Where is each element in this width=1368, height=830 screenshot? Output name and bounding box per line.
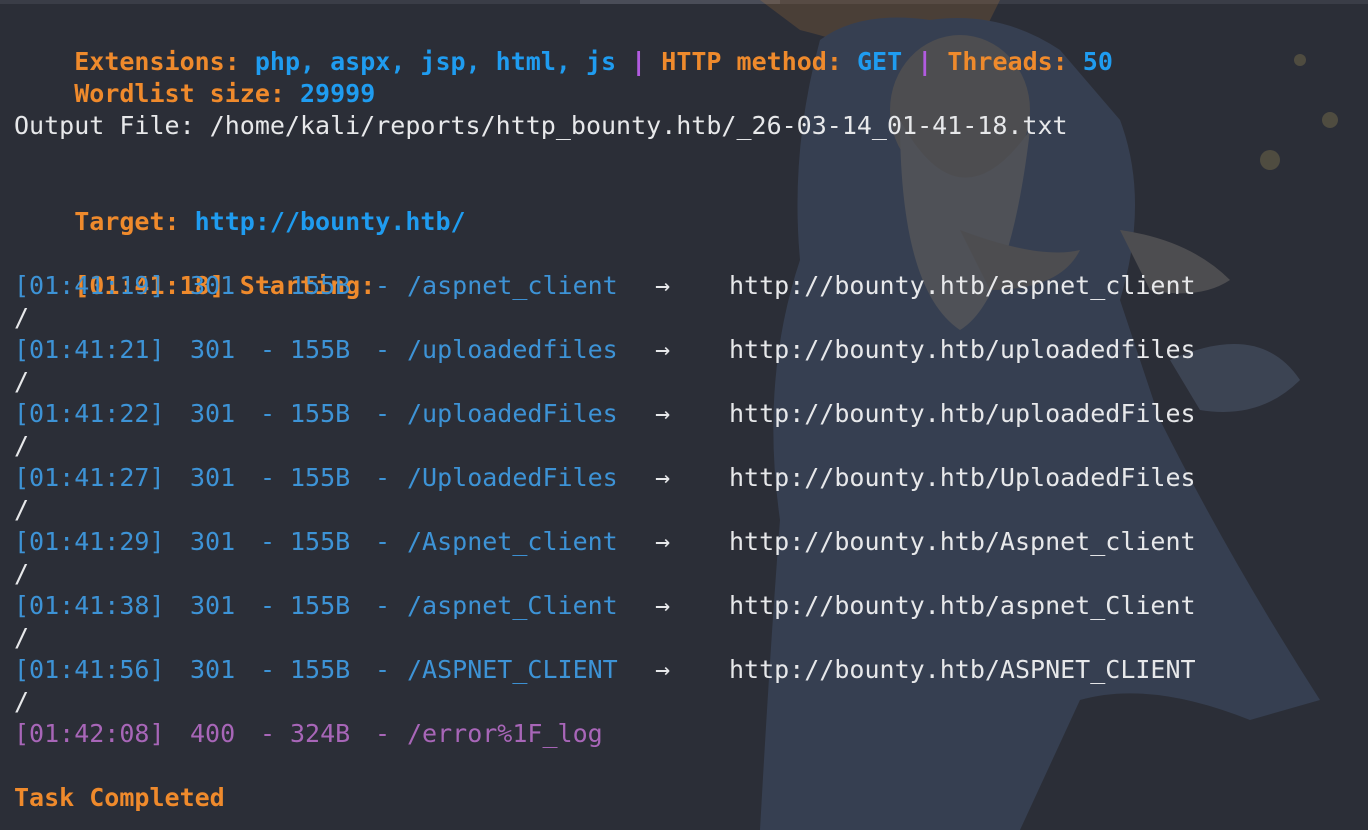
result-redirect: http://bounty.htb/aspnet_client: [729, 271, 1196, 300]
result-redirect: http://bounty.htb/UploadedFiles: [729, 463, 1196, 492]
result-row: [01:41:29] 301-155B -/Aspnet_client → http:/…: [14, 526, 1354, 558]
result-dash: -: [375, 271, 391, 300]
result-timestamp: [01:41:56]: [14, 655, 165, 684]
result-path: /aspnet_client: [407, 271, 618, 300]
separator-1: |: [631, 47, 647, 76]
result-status: 301: [190, 271, 236, 300]
result-row: [01:41:38] 301-155B -/aspnet_Client → http:/…: [14, 590, 1354, 622]
result-timestamp: [01:42:08]: [14, 719, 165, 748]
result-wrap: /: [14, 303, 30, 332]
result-status: 301: [190, 655, 236, 684]
result-size: 155B: [290, 335, 351, 364]
result-redirect: http://bounty.htb/aspnet_Client: [729, 591, 1196, 620]
threads-value: 50: [1082, 47, 1113, 76]
result-wrap: /: [14, 495, 30, 524]
result-size: 155B: [290, 463, 351, 492]
result-dash: -: [375, 399, 391, 428]
extensions-value: php, aspx, jsp, html, js: [254, 47, 617, 76]
result-row-error: [01:42:08] 400-324B -/error%1F_log: [14, 718, 1354, 750]
wordlist-label: Wordlist size:: [74, 79, 285, 108]
result-dash: -: [375, 591, 391, 620]
redirect-arrow-icon: →: [655, 271, 671, 300]
result-status: 301: [190, 335, 236, 364]
result-size: 155B: [290, 527, 351, 556]
result-dash: -: [260, 399, 276, 428]
redirect-arrow-icon: →: [655, 527, 671, 556]
result-path: /Aspnet_client: [407, 527, 618, 556]
result-path: /UploadedFiles: [407, 463, 618, 492]
redirect-arrow-icon: →: [655, 463, 671, 492]
target-url: http://bounty.htb/: [194, 207, 466, 236]
target-label: Target:: [74, 207, 180, 236]
result-wrap: /: [14, 431, 30, 460]
result-wrap: /: [14, 559, 30, 588]
result-row: [01:41:56] 301-155B -/ASPNET_CLIENT → http:/…: [14, 654, 1354, 686]
result-row: [01:41:27] 301-155B -/UploadedFiles → http:/…: [14, 462, 1354, 494]
result-size: 155B: [290, 655, 351, 684]
result-dash: -: [260, 719, 276, 748]
separator-2: |: [917, 47, 933, 76]
result-wrap: /: [14, 687, 30, 716]
redirect-arrow-icon: →: [655, 655, 671, 684]
result-path: /error%1F_log: [407, 719, 603, 748]
http-method-value: GET: [856, 47, 903, 76]
result-dash: -: [260, 591, 276, 620]
extensions-label: Extensions:: [74, 47, 240, 76]
result-dash: -: [375, 527, 391, 556]
result-dash: -: [260, 335, 276, 364]
http-method-label: HTTP method:: [661, 47, 842, 76]
result-dash: -: [375, 655, 391, 684]
starting-line: [01:41:18] Starting:: [14, 238, 1354, 300]
result-timestamp: [01:41:22]: [14, 399, 165, 428]
result-timestamp: [01:41:19]: [14, 271, 165, 300]
result-redirect: http://bounty.htb/uploadedfiles: [729, 335, 1196, 364]
result-dash: -: [260, 271, 276, 300]
result-dash: -: [260, 463, 276, 492]
result-redirect: http://bounty.htb/uploadedFiles: [729, 399, 1196, 428]
redirect-arrow-icon: →: [655, 335, 671, 364]
result-wrap: /: [14, 623, 30, 652]
window-top-edge: [0, 0, 1368, 4]
result-path: /ASPNET_CLIENT: [407, 655, 618, 684]
result-timestamp: [01:41:21]: [14, 335, 165, 364]
result-wrap: /: [14, 367, 30, 396]
result-dash: -: [260, 655, 276, 684]
result-row: [01:41:22] 301-155B -/uploadedFiles → http:/…: [14, 398, 1354, 430]
result-size: 155B: [290, 591, 351, 620]
result-timestamp: [01:41:29]: [14, 527, 165, 556]
result-redirect: http://bounty.htb/ASPNET_CLIENT: [729, 655, 1196, 684]
result-size: 155B: [290, 271, 351, 300]
task-completed-line: Task Completed: [14, 783, 225, 812]
wordlist-value: 29999: [300, 79, 376, 108]
result-dash: -: [260, 527, 276, 556]
result-path: /uploadedfiles: [407, 335, 618, 364]
tab-strip-hint: [580, 0, 780, 4]
result-row: [01:41:21] 301-155B -/uploadedfiles → http:/…: [14, 334, 1354, 366]
result-status: 301: [190, 591, 236, 620]
result-status: 301: [190, 463, 236, 492]
result-path: /uploadedFiles: [407, 399, 618, 428]
result-dash: -: [375, 463, 391, 492]
threads-label: Threads:: [947, 47, 1068, 76]
config-line-1: Extensions: php, aspx, jsp, html, js | H…: [14, 14, 1354, 76]
result-size: 155B: [290, 399, 351, 428]
result-status: 301: [190, 527, 236, 556]
result-timestamp: [01:41:27]: [14, 463, 165, 492]
result-status: 400: [190, 719, 236, 748]
output-file-line: Output File: /home/kali/reports/http_bou…: [14, 111, 1068, 140]
result-size: 324B: [290, 719, 351, 748]
result-redirect: http://bounty.htb/Aspnet_client: [729, 527, 1196, 556]
result-dash: -: [375, 719, 391, 748]
result-status: 301: [190, 399, 236, 428]
redirect-arrow-icon: →: [655, 399, 671, 428]
terminal-output[interactable]: Extensions: php, aspx, jsp, html, js | H…: [14, 14, 1354, 814]
result-path: /aspnet_Client: [407, 591, 618, 620]
result-dash: -: [375, 335, 391, 364]
redirect-arrow-icon: →: [655, 591, 671, 620]
result-row: [01:41:19] 301-155B -/aspnet_client → http:/…: [14, 270, 1354, 302]
target-line: Target: http://bounty.htb/: [14, 174, 1354, 236]
result-timestamp: [01:41:38]: [14, 591, 165, 620]
